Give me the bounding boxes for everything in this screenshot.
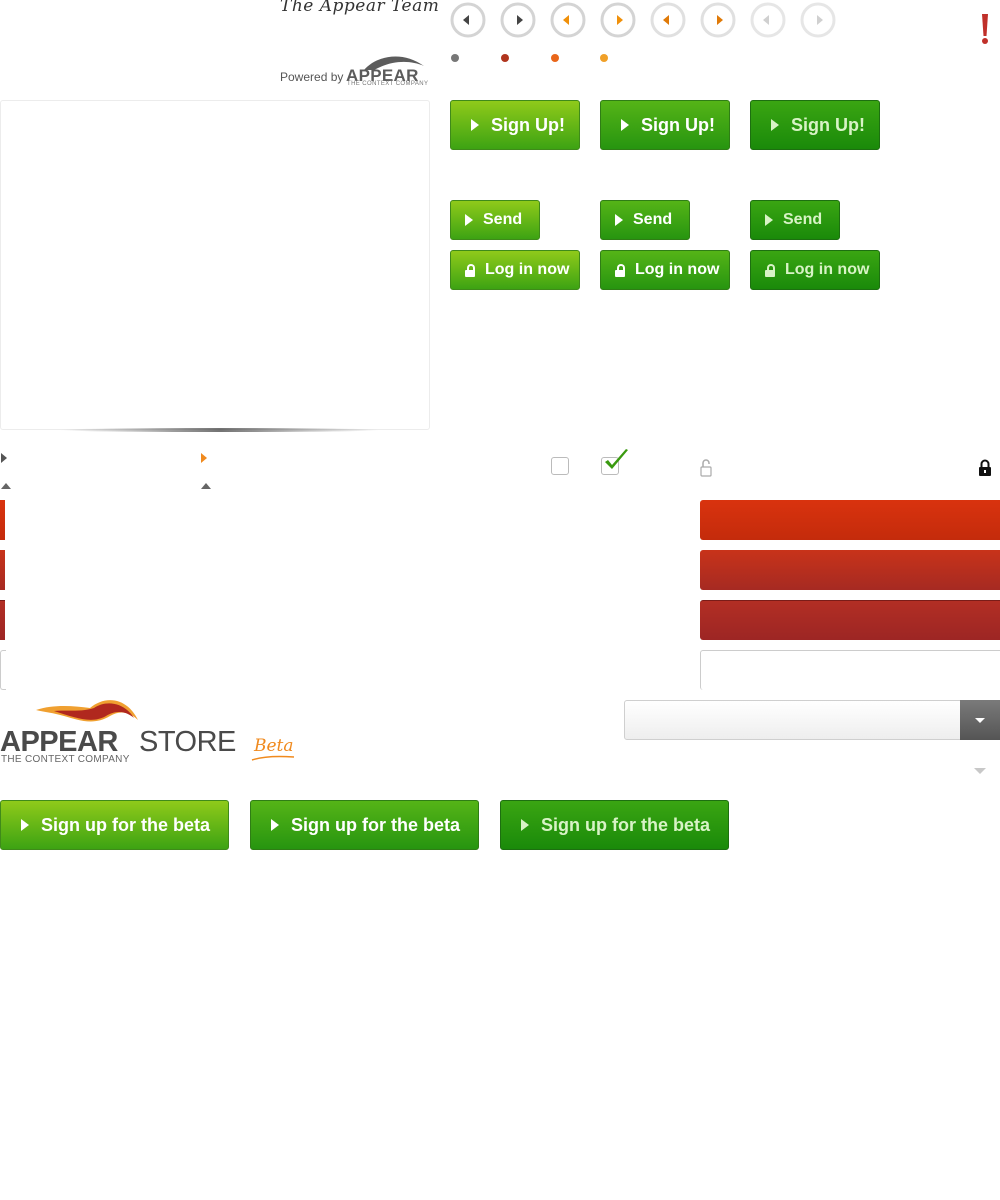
content-panel (0, 100, 430, 430)
play-icon (21, 819, 29, 831)
send-label: Send (783, 211, 823, 228)
sign-up-hover-button[interactable]: Sign Up! (600, 100, 730, 150)
input-field[interactable] (700, 650, 1000, 690)
triangle-up-icon (201, 483, 211, 489)
send-button[interactable]: Send (450, 200, 540, 240)
signature: The Appear Team (280, 0, 440, 16)
lock-closed-icon (979, 459, 991, 476)
chevron-left-icon (450, 2, 486, 38)
lock-icon (465, 263, 475, 277)
play-icon (771, 119, 779, 131)
sign-up-label: Sign Up! (491, 114, 565, 135)
lock-icon (615, 263, 625, 277)
red-bar[interactable] (700, 500, 1000, 540)
play-icon (465, 214, 473, 226)
triangle-right-icon (1, 453, 7, 463)
powered-by-tagline: THE CONTEXT COMPANY (347, 81, 429, 87)
chevron-left-icon (650, 2, 686, 38)
prev-arrow-button[interactable] (450, 2, 486, 38)
beta-signup-button[interactable]: Sign up for the beta (0, 800, 229, 850)
checkbox-unchecked[interactable] (551, 457, 569, 475)
login-label: Log in now (485, 261, 570, 278)
triangle-right-icon (201, 453, 207, 463)
play-icon (521, 819, 529, 831)
store-logo-tagline: THE CONTEXT COMPANY (1, 754, 130, 765)
sign-up-label: Sign Up! (641, 114, 715, 135)
chevron-left-icon (550, 2, 586, 38)
select-dropdown-button[interactable] (960, 700, 1000, 740)
chevron-right-icon (500, 2, 536, 38)
chevron-down-icon (974, 768, 986, 774)
chevron-right-icon (700, 2, 736, 38)
play-icon (615, 214, 623, 226)
login-label: Log in now (785, 261, 870, 278)
pager-dot[interactable] (551, 54, 559, 62)
beta-signup-label: Sign up for the beta (541, 814, 710, 835)
checkmark-icon (605, 449, 628, 469)
beta-signup-label: Sign up for the beta (291, 814, 460, 835)
send-active-button[interactable]: Send (750, 200, 840, 240)
chevron-right-icon (800, 2, 836, 38)
chevron-left-icon (750, 2, 786, 38)
sign-up-label: Sign Up! (791, 114, 865, 135)
next-arrow-active-button[interactable] (700, 2, 736, 38)
input-field-edge (0, 650, 6, 690)
play-icon (765, 214, 773, 226)
red-bar-edge (0, 500, 5, 540)
next-arrow-hover-button[interactable] (600, 2, 636, 38)
pager-dot[interactable] (451, 54, 459, 62)
red-bar-edge (0, 600, 5, 640)
lock-open-icon (700, 459, 712, 477)
prev-arrow-disabled-button[interactable] (750, 2, 786, 38)
beta-signup-label: Sign up for the beta (41, 814, 210, 835)
pager-dot[interactable] (600, 54, 608, 62)
send-hover-button[interactable]: Send (600, 200, 690, 240)
exclamation-icon (982, 14, 988, 44)
red-bar-active[interactable] (700, 600, 1000, 640)
login-label: Log in now (635, 261, 720, 278)
send-label: Send (483, 211, 523, 228)
login-hover-button[interactable]: Log in now (600, 250, 730, 290)
send-label: Send (633, 211, 673, 228)
powered-by-label: Powered by (280, 70, 344, 84)
prev-arrow-hover-button[interactable] (550, 2, 586, 38)
chevron-down-icon (975, 717, 985, 723)
red-bar-edge (0, 550, 5, 590)
play-icon (471, 119, 479, 131)
red-bar-hover[interactable] (700, 550, 1000, 590)
sign-up-button[interactable]: Sign Up! (450, 100, 580, 150)
triangle-up-icon (1, 483, 11, 489)
login-button[interactable]: Log in now (450, 250, 580, 290)
panel-shadow (60, 428, 380, 432)
store-logo-beta: Beta (254, 736, 294, 756)
pager-dot[interactable] (501, 54, 509, 62)
next-arrow-disabled-button[interactable] (800, 2, 836, 38)
play-icon (271, 819, 279, 831)
next-arrow-button[interactable] (500, 2, 536, 38)
lock-icon (765, 263, 775, 277)
store-logo-store: STORE (139, 726, 236, 758)
beta-underline-icon (251, 755, 295, 761)
select-dropdown[interactable] (624, 700, 1000, 740)
login-active-button[interactable]: Log in now (750, 250, 880, 290)
sign-up-active-button[interactable]: Sign Up! (750, 100, 880, 150)
beta-signup-active-button[interactable]: Sign up for the beta (500, 800, 729, 850)
chevron-right-icon (600, 2, 636, 38)
beta-signup-hover-button[interactable]: Sign up for the beta (250, 800, 479, 850)
prev-arrow-active-button[interactable] (650, 2, 686, 38)
play-icon (621, 119, 629, 131)
